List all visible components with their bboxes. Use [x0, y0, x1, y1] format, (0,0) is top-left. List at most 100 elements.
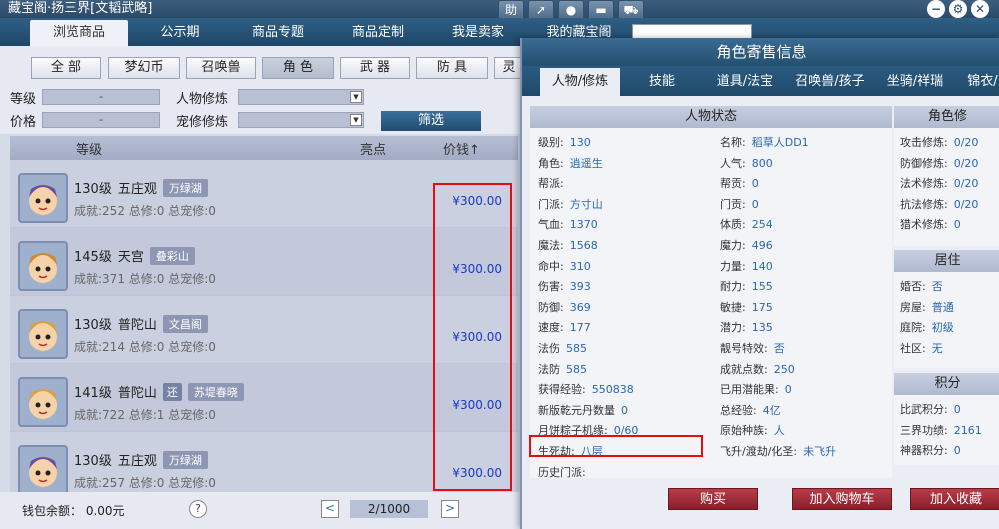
avatar[interactable] — [18, 445, 68, 492]
attr-value: 175 — [751, 300, 773, 314]
attr-value: 0 — [784, 383, 792, 397]
price-label: 价格 — [10, 115, 37, 130]
server-tag: 万绿湖 — [162, 450, 208, 469]
server-tag: 文昌阁 — [162, 314, 208, 333]
attr-key: 靓号特效: — [720, 342, 768, 355]
close-icon[interactable]: ✕ — [971, 0, 989, 18]
avatar[interactable] — [18, 173, 68, 223]
ptab-items[interactable]: 道具/法宝 — [704, 68, 786, 96]
row-school: 普陀山 — [117, 318, 157, 333]
attr-key: 力量: — [720, 259, 746, 273]
attr-value: 0 — [953, 218, 961, 232]
tab-topic[interactable]: 商品专题 — [233, 20, 323, 46]
attr-row: 魔法: 1568 — [538, 237, 598, 253]
attr-key: 新版乾元丹数量 — [538, 403, 615, 417]
attr-key: 攻击修炼: — [900, 136, 948, 149]
ptab-pets[interactable]: 召唤兽/孩子 — [790, 68, 870, 96]
window-controls: − ⚙ ✕ — [927, 0, 989, 18]
category-coin[interactable]: 梦幻币 — [108, 57, 180, 79]
attr-key: 门派: — [538, 197, 564, 211]
panel-tabs: 人物/修炼 技能 道具/法宝 召唤兽/孩子 坐骑/祥瑞 锦衣/ — [522, 66, 999, 96]
attr-value: 310 — [569, 259, 591, 273]
attr-row: 猎术修炼: 0 — [900, 216, 961, 232]
cart-icon[interactable]: ⛟ — [618, 0, 644, 20]
attr-key: 法伤 — [538, 342, 560, 355]
tab-seller[interactable]: 我是卖家 — [433, 20, 523, 46]
attr-row: 角色: 逍遥生 — [538, 155, 603, 171]
attr-key: 门贡: — [720, 197, 746, 211]
next-page-button[interactable]: > — [441, 500, 459, 518]
attr-key: 魔力: — [720, 239, 746, 252]
attr-row: 门派: 方寸山 — [538, 196, 603, 212]
attr-row: 靓号特效: 否 — [720, 340, 785, 356]
header-level[interactable]: 等级 — [76, 139, 102, 158]
row-school: 五庄观 — [117, 454, 157, 469]
attr-value: 逍遥生 — [569, 156, 603, 170]
add-cart-button[interactable]: 加入购物车 — [792, 488, 892, 510]
pet-cultivation-select[interactable]: ▼ — [238, 112, 364, 128]
char-cultivation-select[interactable]: ▼ — [238, 89, 364, 105]
ptab-skills[interactable]: 技能 — [630, 68, 694, 96]
avatar[interactable] — [18, 377, 68, 427]
category-weapon[interactable]: 武 器 — [340, 57, 410, 79]
attr-row: 力量: 140 — [720, 258, 773, 274]
attr-key: 敏捷: — [720, 300, 746, 314]
attr-value: 无 — [931, 341, 943, 355]
help-icon[interactable]: ? — [189, 500, 207, 518]
attr-row: 总经验: 4亿 — [720, 402, 781, 418]
points-head: 积分 — [894, 373, 999, 395]
attr-row: 原始种族: 人 — [720, 422, 785, 438]
attr-row: 三界功绩: 2161 — [900, 422, 982, 438]
row-level: 130级 — [74, 318, 112, 333]
attr-value: 0 — [751, 177, 759, 191]
attr-key: 帮贡: — [720, 177, 746, 191]
buy-button[interactable]: 购买 — [668, 488, 758, 510]
ptab-mounts[interactable]: 坐骑/祥瑞 — [875, 68, 955, 96]
attr-key: 获得经验: — [538, 383, 586, 397]
category-armor[interactable]: 防 具 — [416, 57, 488, 79]
avatar[interactable] — [18, 309, 68, 359]
attr-value: 155 — [751, 280, 773, 294]
attr-row: 法术修炼: 0/20 — [900, 175, 978, 191]
attr-key: 人气: — [720, 156, 746, 170]
attr-row: 比武积分: 0 — [900, 401, 961, 417]
tab-public[interactable]: 公示期 — [135, 20, 225, 46]
minimize-icon[interactable]: − — [927, 0, 945, 18]
attr-row: 名称: 稻草人DD1 — [720, 134, 809, 150]
row-stats: 成就:722 总修:1 总宠修:0 — [74, 408, 216, 422]
share-icon[interactable]: ➚ — [528, 0, 554, 20]
avatar[interactable] — [18, 241, 68, 291]
price-range-input[interactable]: - — [42, 112, 160, 128]
tab-browse[interactable]: 浏览商品 — [30, 20, 128, 46]
attr-row: 庭院: 初级 — [900, 319, 954, 335]
header-price[interactable]: 价钱↑ — [443, 139, 480, 158]
category-all[interactable]: 全 部 — [31, 57, 101, 79]
attr-value: 135 — [751, 321, 773, 335]
stop-icon[interactable]: ● — [558, 0, 584, 20]
category-role[interactable]: 角 色 — [262, 57, 334, 79]
attr-value: 585 — [566, 362, 587, 376]
attr-row: 法防 585 — [538, 361, 587, 377]
attr-key: 气血: — [538, 218, 564, 232]
filter-area: 等级 - 人物修炼 ▼ 价格 - 宠修修炼 ▼ 筛选 — [0, 86, 530, 134]
prev-page-button[interactable]: < — [321, 500, 339, 518]
category-pet[interactable]: 召唤兽 — [186, 57, 256, 79]
attr-value: 130 — [569, 136, 591, 149]
chat-icon[interactable]: ▬ — [588, 0, 614, 20]
header-highlight[interactable]: 亮点 — [360, 139, 386, 158]
attr-value: 496 — [751, 239, 773, 252]
attr-key: 伤害: — [538, 280, 564, 294]
attr-value: 393 — [569, 280, 591, 294]
attr-value: 未飞升 — [803, 445, 837, 458]
filter-button[interactable]: 筛选 — [381, 111, 481, 131]
ptab-character[interactable]: 人物/修炼 — [540, 68, 620, 96]
ptab-outfits[interactable]: 锦衣/ — [960, 68, 999, 96]
level-range-input[interactable]: - — [42, 89, 160, 105]
row-title: 130级 普陀山 文昌阁 — [74, 314, 208, 333]
attr-value: 2161 — [953, 423, 982, 437]
settings-icon[interactable]: ⚙ — [949, 0, 967, 18]
row-title: 130级 五庄观 万绿湖 — [74, 178, 208, 197]
help-button[interactable]: 助 — [498, 0, 524, 20]
tab-custom[interactable]: 商品定制 — [333, 20, 423, 46]
add-favorite-button[interactable]: 加入收藏 — [910, 488, 999, 510]
